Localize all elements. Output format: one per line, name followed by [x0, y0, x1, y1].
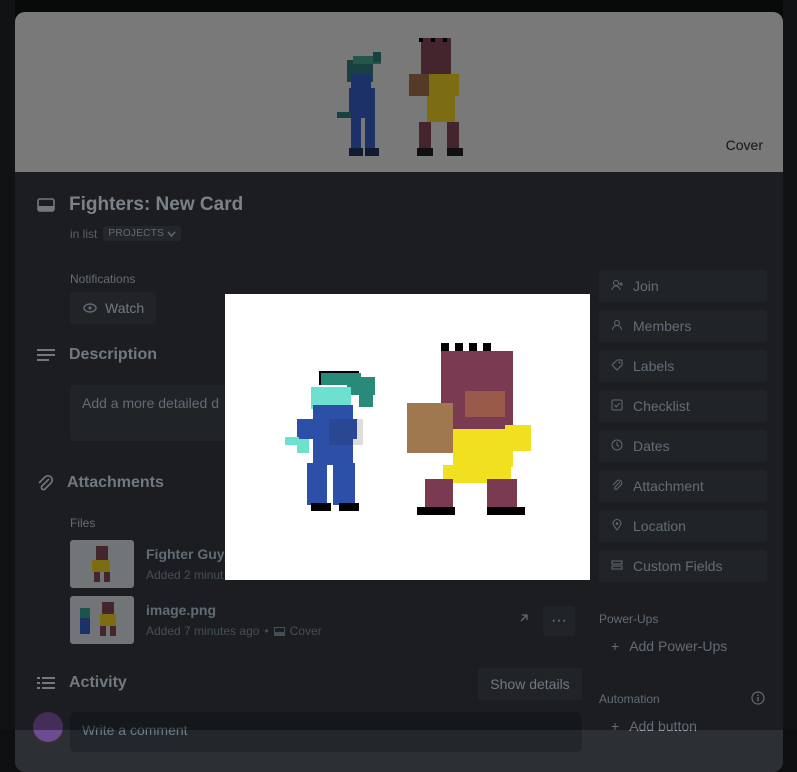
preview-image: [285, 343, 531, 515]
attachment-preview: [225, 294, 590, 580]
